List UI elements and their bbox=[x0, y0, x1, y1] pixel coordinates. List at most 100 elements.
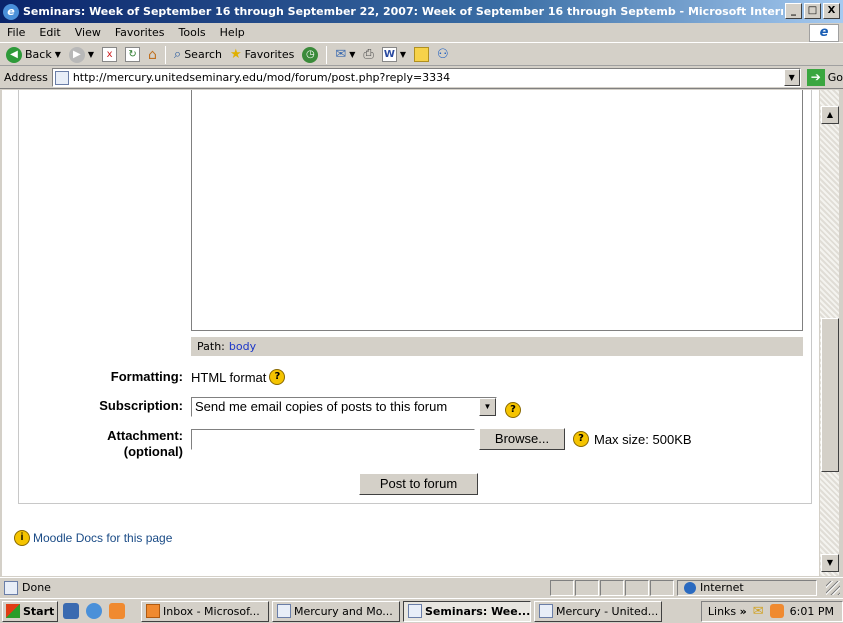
back-label: Back bbox=[25, 48, 52, 61]
go-button[interactable]: ➔ Go bbox=[806, 69, 843, 86]
help-icon[interactable]: ? bbox=[505, 402, 521, 418]
formatting-value-group: HTML format ? bbox=[191, 369, 286, 385]
path-body-link[interactable]: body bbox=[229, 340, 256, 353]
history-button[interactable]: ◷ bbox=[300, 46, 320, 63]
edit-button[interactable]: W ▼ bbox=[380, 47, 408, 62]
messenger-button[interactable]: ⚇ bbox=[435, 47, 451, 62]
ie-page-icon bbox=[408, 604, 422, 618]
address-bar: Address http://mercury.unitedseminary.ed… bbox=[0, 67, 843, 89]
editor-path-bar: Path: body bbox=[191, 337, 803, 356]
home-icon: ⌂ bbox=[148, 46, 157, 63]
links-label: Links bbox=[707, 604, 737, 618]
subscription-label: Subscription: bbox=[99, 398, 183, 413]
menu-tools[interactable]: Tools bbox=[172, 26, 213, 39]
task-inbox[interactable]: Inbox - Microsof... bbox=[141, 600, 269, 622]
mail-button[interactable]: ✉ ▼ bbox=[333, 47, 357, 62]
menu-view[interactable]: View bbox=[68, 26, 108, 39]
print-icon: ⎙ bbox=[363, 47, 374, 62]
scroll-thumb[interactable] bbox=[821, 318, 839, 472]
subscription-select[interactable]: Send me email copies of posts to this fo… bbox=[191, 397, 497, 417]
system-tray: Links » ✉ 6:01 PM bbox=[700, 600, 843, 622]
status-pane bbox=[625, 579, 649, 596]
status-text: Done bbox=[0, 580, 550, 595]
page-icon bbox=[54, 70, 69, 85]
attachment-label: Attachment: (optional) bbox=[107, 428, 183, 460]
toolbar: ◀ Back ▼ ▶ ▼ x ↻ ⌂ ⌕ Search ★ Favorites … bbox=[0, 44, 843, 66]
max-size-text: Max size: 500KB bbox=[594, 431, 692, 447]
mail-icon[interactable]: ✉ bbox=[753, 604, 764, 619]
search-label: Search bbox=[184, 48, 222, 61]
task-mercury-word[interactable]: Mercury and Mo... bbox=[272, 600, 400, 622]
zone-label: Internet bbox=[700, 581, 744, 594]
toolbar-separator bbox=[164, 45, 166, 64]
close-button[interactable]: X bbox=[823, 3, 840, 19]
status-bar: Done Internet bbox=[0, 577, 843, 597]
go-label: Go bbox=[827, 71, 843, 84]
go-arrow-icon: ➔ bbox=[806, 69, 825, 86]
chevron-down-icon: ▼ bbox=[54, 50, 61, 59]
discuss-button[interactable] bbox=[412, 47, 431, 62]
moodle-docs-label[interactable]: Moodle Docs for this page bbox=[33, 531, 172, 545]
mail-icon: ✉ bbox=[335, 47, 347, 62]
address-input[interactable]: http://mercury.unitedseminary.edu/mod/fo… bbox=[51, 68, 801, 87]
ie-page-icon bbox=[539, 604, 553, 618]
subscription-value-group: Send me email copies of posts to this fo… bbox=[191, 396, 521, 418]
clock[interactable]: 6:01 PM bbox=[790, 605, 834, 618]
back-arrow-icon: ◀ bbox=[6, 46, 22, 63]
vertical-scrollbar[interactable]: ▲ ▼ bbox=[819, 90, 839, 576]
taskbar: Start Inbox - Microsof... Mercury and Mo… bbox=[0, 598, 843, 623]
windows-flag-icon bbox=[6, 604, 20, 618]
home-button[interactable]: ⌂ bbox=[146, 47, 159, 63]
refresh-button[interactable]: ↻ bbox=[123, 47, 142, 62]
moodle-docs-link[interactable]: i Moodle Docs for this page bbox=[14, 530, 172, 546]
post-to-forum-button[interactable]: Post to forum bbox=[359, 473, 478, 495]
formatting-value: HTML format bbox=[191, 369, 267, 385]
attachment-file-input[interactable] bbox=[191, 428, 475, 450]
chevron-down-icon: ▼ bbox=[87, 50, 95, 59]
back-button[interactable]: ◀ Back ▼ bbox=[4, 46, 63, 63]
menu-help[interactable]: Help bbox=[213, 26, 252, 39]
desktop-icon[interactable] bbox=[63, 603, 79, 619]
address-url[interactable]: http://mercury.unitedseminary.edu/mod/fo… bbox=[73, 71, 450, 84]
status-done-label: Done bbox=[22, 581, 51, 594]
minimize-button[interactable]: _ bbox=[785, 3, 802, 19]
search-icon: ⌕ bbox=[173, 47, 182, 62]
help-icon[interactable]: ? bbox=[269, 369, 286, 385]
start-button[interactable]: Start bbox=[2, 600, 58, 622]
ie-icon[interactable] bbox=[86, 603, 102, 619]
menu-edit[interactable]: Edit bbox=[32, 26, 67, 39]
help-icon[interactable]: ? bbox=[573, 431, 589, 447]
search-button[interactable]: ⌕ Search bbox=[172, 47, 224, 62]
browse-button[interactable]: Browse... bbox=[479, 428, 565, 450]
task-label: Seminars: Wee... bbox=[425, 604, 531, 618]
word-icon bbox=[277, 604, 291, 618]
html-editor-area[interactable] bbox=[191, 90, 803, 331]
messenger-icon: ⚇ bbox=[436, 47, 449, 62]
task-label: Inbox - Microsof... bbox=[163, 604, 260, 618]
address-dropdown-button[interactable]: ▼ bbox=[783, 69, 800, 86]
outlook-icon[interactable] bbox=[109, 603, 125, 619]
scroll-up-button[interactable]: ▲ bbox=[821, 106, 839, 124]
maximize-button[interactable]: □ bbox=[804, 3, 821, 19]
page-viewport: Path: body Formatting: HTML format ? Subs… bbox=[2, 90, 819, 576]
favorites-button[interactable]: ★ Favorites bbox=[228, 47, 296, 62]
print-button[interactable]: ⎙ bbox=[361, 47, 375, 62]
ie-page-icon: e bbox=[3, 3, 19, 20]
scroll-down-button[interactable]: ▼ bbox=[821, 554, 839, 572]
stop-button[interactable]: x bbox=[100, 47, 119, 62]
globe-icon bbox=[684, 581, 696, 594]
page-icon bbox=[4, 580, 18, 595]
menu-file[interactable]: File bbox=[0, 26, 32, 39]
chevron-down-icon: ▼ bbox=[399, 50, 406, 59]
word-icon: W bbox=[381, 47, 397, 62]
star-icon: ★ bbox=[230, 47, 242, 62]
outlook-reminder-icon[interactable] bbox=[769, 604, 784, 618]
task-seminars[interactable]: Seminars: Wee... bbox=[403, 600, 531, 622]
links-toolbar[interactable]: Links » bbox=[708, 605, 747, 618]
resize-grip[interactable] bbox=[826, 580, 840, 595]
menu-favorites[interactable]: Favorites bbox=[108, 26, 172, 39]
forward-button[interactable]: ▶ ▼ bbox=[67, 46, 96, 63]
task-mercury-united[interactable]: Mercury - United... bbox=[534, 600, 662, 622]
chevron-down-icon[interactable]: ▼ bbox=[479, 398, 496, 416]
info-icon: i bbox=[14, 530, 30, 546]
